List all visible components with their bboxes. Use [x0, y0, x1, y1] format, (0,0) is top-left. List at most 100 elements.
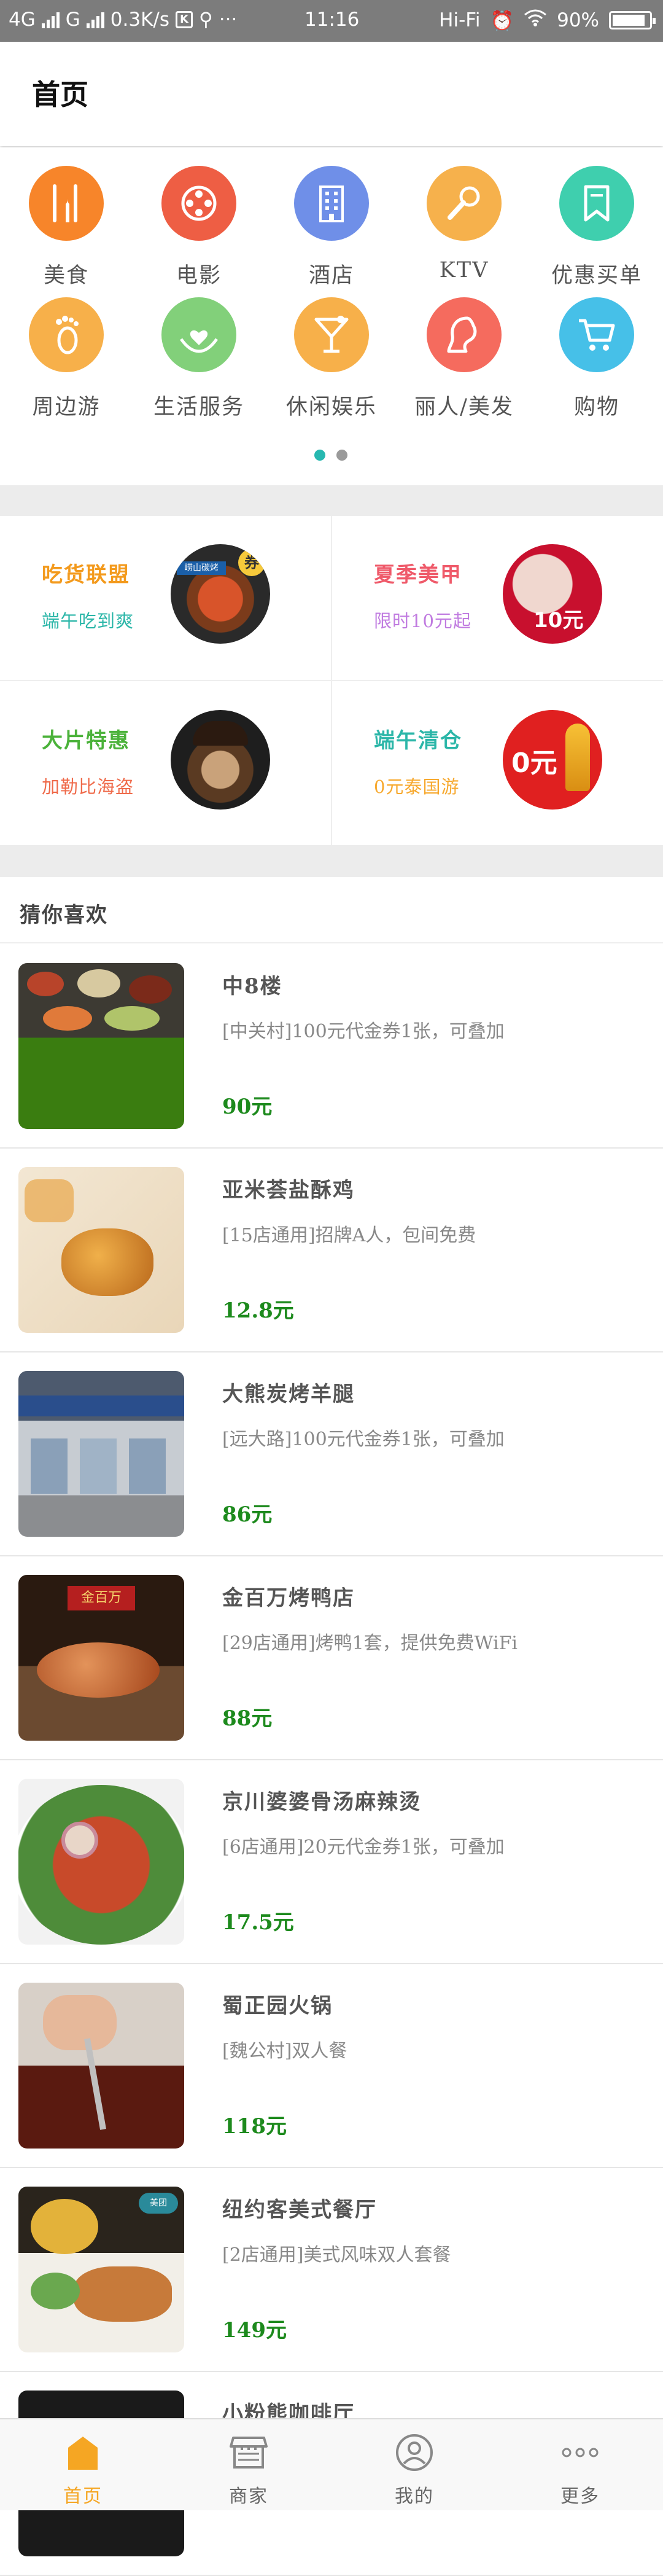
- chinese-dishes-photo: [18, 963, 184, 1129]
- item-price: 86元: [222, 1502, 273, 1527]
- tab-label: 我的: [395, 2486, 434, 2507]
- item-description: [远大路]100元代金券1张，可叠加: [222, 1429, 505, 1450]
- category-food[interactable]: 美食: [5, 166, 128, 289]
- manicure-image: 10元: [503, 544, 602, 644]
- tab-label: 商家: [229, 2486, 268, 2507]
- item-price: 17.5元: [222, 1910, 294, 1935]
- promo-title: 端午清仓: [374, 728, 462, 753]
- section-title: 猜你喜欢: [20, 903, 108, 927]
- item-price: 118元: [222, 2114, 287, 2139]
- american-steak-photo: 美团: [18, 2187, 184, 2352]
- category-label: 优惠买单: [551, 263, 642, 288]
- network-type-label: 4G: [9, 9, 36, 31]
- item-description: [中关村]100元代金券1张，可叠加: [222, 1021, 505, 1042]
- zero-price-badge: 0元: [511, 747, 557, 779]
- item-name: 大熊炭烤羊腿: [222, 1382, 355, 1407]
- home-icon: [58, 2428, 107, 2477]
- section-divider: [0, 845, 663, 877]
- list-item[interactable]: 亚米荟盐酥鸡 [15店通用]招牌A人，包间免费 12.8元: [0, 1149, 663, 1352]
- list-item[interactable]: 金百万 金百万烤鸭店 [29店通用]烤鸭1套，提供免费WiFi 88元: [0, 1556, 663, 1760]
- promo-divider-horizontal: [0, 680, 663, 681]
- category-shopping[interactable]: 购物: [535, 297, 658, 421]
- restaurant-storefront-photo: [18, 1371, 184, 1537]
- thailand-travel-image: 0元: [503, 710, 602, 810]
- app-header: 首页: [0, 42, 663, 146]
- signal-strength-icon: [41, 11, 60, 28]
- item-name: 纽约客美式餐厅: [222, 2198, 377, 2222]
- item-price: 88元: [222, 1706, 273, 1731]
- promo-subtitle: 0元泰国游: [374, 776, 460, 797]
- tab-more[interactable]: 更多: [497, 2419, 663, 2512]
- category-nearby-travel[interactable]: 周边游: [5, 297, 128, 421]
- list-item[interactable]: 蜀正园火锅 [魏公村]双人餐 118元: [0, 1964, 663, 2168]
- fried-chicken-photo: [18, 1167, 184, 1333]
- woman-profile-icon: [427, 297, 502, 372]
- footprint-icon: [29, 297, 104, 372]
- usb-icon: ⚲: [199, 9, 213, 31]
- category-discount-pay[interactable]: 优惠买单: [535, 166, 658, 289]
- promo-title: 吃货联盟: [42, 563, 130, 587]
- more-dots-icon: [556, 2428, 605, 2477]
- category-label: KTV: [439, 258, 489, 283]
- item-name: 中8楼: [222, 974, 282, 999]
- list-item[interactable]: 美团 纽约客美式餐厅 [2店通用]美式风味双人套餐 149元: [0, 2168, 663, 2372]
- hifi-label: Hi-Fi: [439, 9, 481, 31]
- item-description: [6店通用]20元代金券1张，可叠加: [222, 1836, 505, 1858]
- tab-mine[interactable]: 我的: [332, 2419, 497, 2512]
- promo-card-travel[interactable]: 端午清仓 0元泰国游 0元: [332, 682, 663, 846]
- page-title: 首页: [32, 78, 88, 111]
- promo-card-manicure[interactable]: 夏季美甲 限时10元起 10元: [332, 516, 663, 681]
- category-movie[interactable]: 电影: [138, 166, 260, 289]
- promo-card-foodie[interactable]: 吃货联盟 端午吃到爽 崂山碳烤 券: [0, 516, 331, 681]
- roast-duck-photo: 金百万: [18, 1575, 184, 1741]
- promo-subtitle: 加勒比海盗: [42, 776, 134, 797]
- tab-merchants[interactable]: 商家: [166, 2419, 332, 2512]
- item-description: [29店通用]烤鸭1套，提供免费WiFi: [222, 1633, 518, 1654]
- hand-heart-icon: [161, 297, 236, 372]
- item-price: 90元: [222, 1095, 273, 1119]
- bottom-tab-bar: 首页 商家 我的 更多: [0, 2418, 663, 2510]
- item-name: 京川婆婆骨汤麻辣烫: [222, 1790, 421, 1814]
- cocktail-icon: [294, 297, 369, 372]
- price-badge: 10元: [533, 608, 584, 633]
- overflow-dots: ···: [219, 9, 238, 31]
- item-name: 金百万烤鸭店: [222, 1586, 355, 1610]
- promo-card-movie[interactable]: 大片特惠 加勒比海盗: [0, 682, 331, 846]
- promo-title: 大片特惠: [42, 728, 130, 753]
- tab-home[interactable]: 首页: [0, 2419, 166, 2512]
- network-speed: 0.3K/s: [110, 9, 170, 31]
- category-label: 休闲娱乐: [285, 395, 377, 420]
- category-leisure[interactable]: 休闲娱乐: [270, 297, 393, 421]
- app-notification-icon: K: [176, 11, 193, 28]
- pager-dot-active[interactable]: [314, 450, 325, 461]
- category-label: 生活服务: [153, 395, 244, 420]
- item-price: 149元: [222, 2318, 287, 2343]
- pager-dot[interactable]: [336, 450, 347, 461]
- category-beauty[interactable]: 丽人/美发: [403, 297, 525, 421]
- list-item[interactable]: 中8楼 [中关村]100元代金券1张，可叠加 90元: [0, 945, 663, 1149]
- category-ktv[interactable]: KTV: [403, 166, 525, 283]
- signal-strength-icon-2: [86, 11, 104, 28]
- section-divider: [0, 485, 663, 516]
- shopping-cart-icon: [559, 297, 634, 372]
- battery-percent: 90%: [557, 9, 599, 31]
- pager-dots[interactable]: [314, 450, 347, 461]
- category-label: 丽人/美发: [414, 395, 514, 420]
- list-item[interactable]: 大熊炭烤羊腿 [远大路]100元代金券1张，可叠加 86元: [0, 1352, 663, 1556]
- battery-icon: [609, 11, 656, 29]
- tab-label: 更多: [560, 2486, 600, 2507]
- microphone-icon: [427, 166, 502, 241]
- category-label: 美食: [43, 263, 89, 288]
- category-label: 酒店: [308, 263, 354, 288]
- category-grid: 美食 电影 酒店 KTV 优惠买单 周边游 生活服务 休闲娱乐 丽人/美发 购物: [0, 147, 663, 485]
- list-item[interactable]: 京川婆婆骨汤麻辣烫 [6店通用]20元代金券1张，可叠加 17.5元: [0, 1760, 663, 1964]
- storefront-icon: [224, 2428, 273, 2477]
- alarm-icon: ⏰: [490, 9, 514, 32]
- category-life-service[interactable]: 生活服务: [138, 297, 260, 421]
- clock: 11:16: [304, 9, 360, 31]
- promo-subtitle: 限时10元起: [374, 611, 471, 631]
- item-price: 12.8元: [222, 1298, 294, 1323]
- category-hotel[interactable]: 酒店: [270, 166, 393, 289]
- item-name: 亚米荟盐酥鸡: [222, 1178, 355, 1203]
- status-bar: 4G G 0.3K/s K ⚲ ··· 11:16 Hi-Fi ⏰ 90%: [0, 0, 663, 42]
